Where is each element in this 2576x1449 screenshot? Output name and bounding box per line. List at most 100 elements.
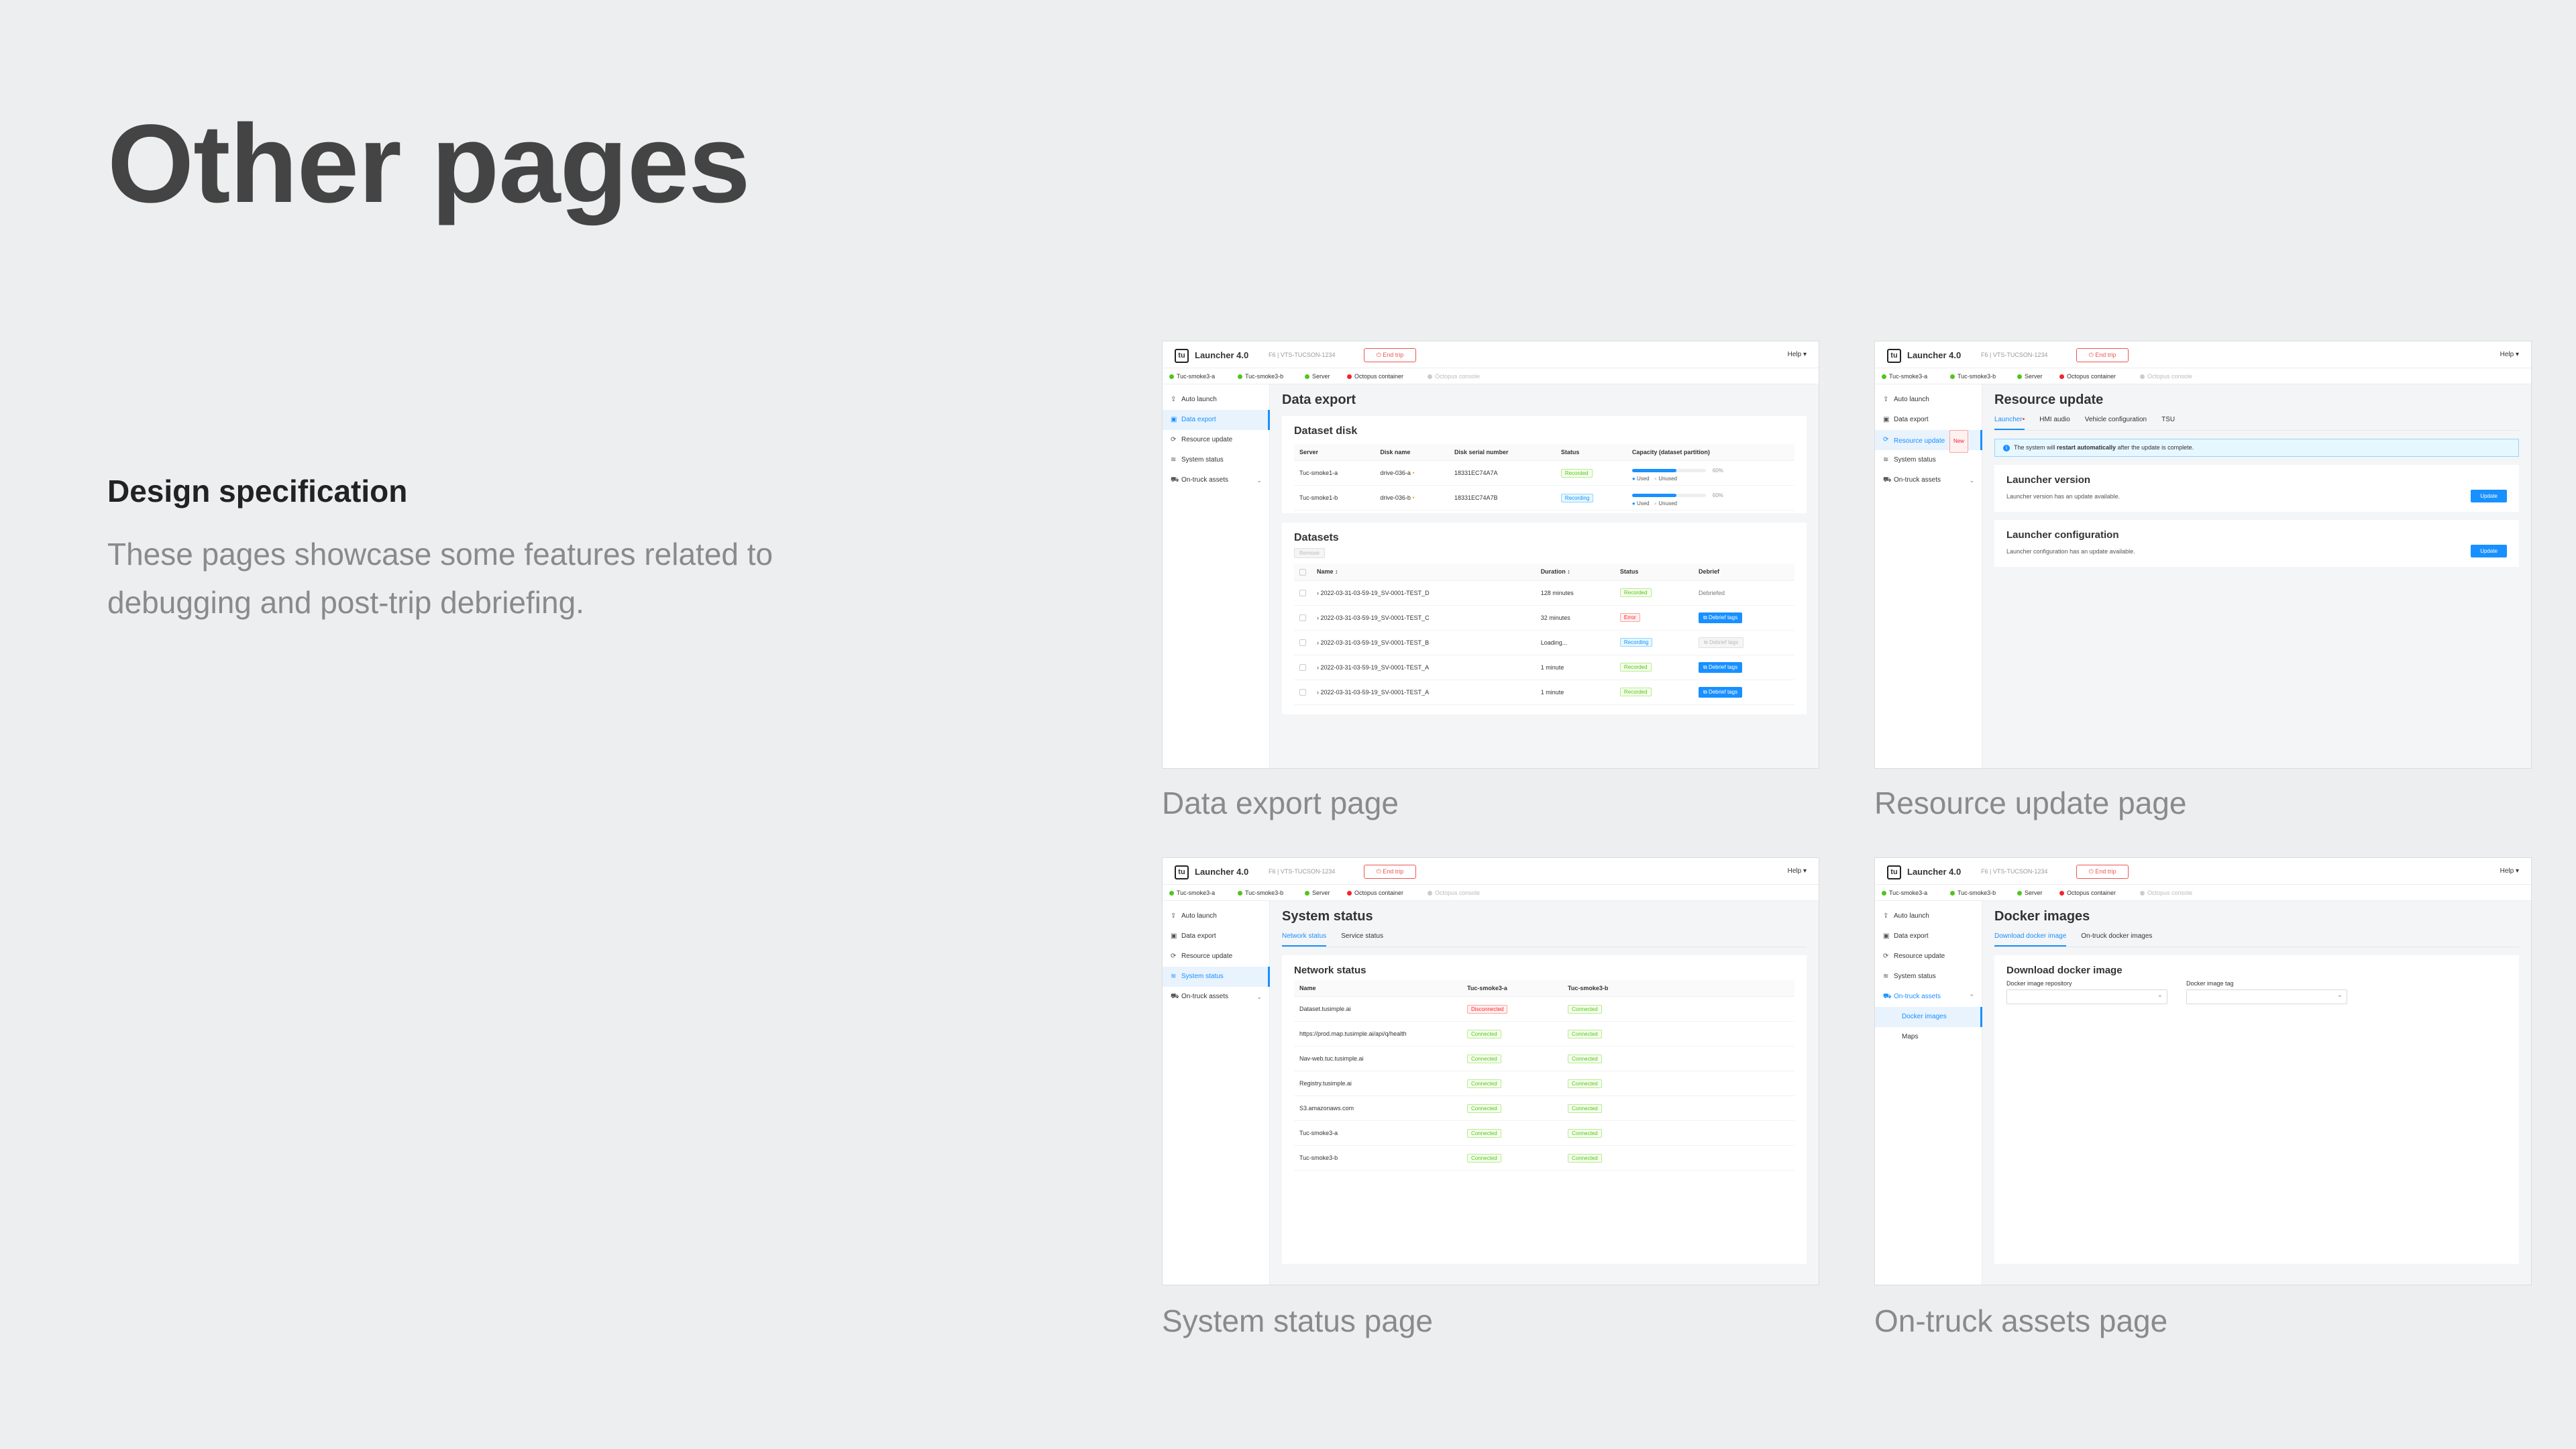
content-title: Resource update xyxy=(1994,392,2104,407)
end-trip-button[interactable]: ⏻ End trip xyxy=(1364,348,1416,362)
rocket-icon: ⇪ xyxy=(1883,912,1889,920)
nav-data-export[interactable]: ▣ Data export xyxy=(1163,926,1270,947)
field-label: Docker image repository xyxy=(2006,980,2072,987)
table-row: S3.amazonaws.com Connected Connected xyxy=(1294,1095,1794,1121)
rocket-icon: ⇪ xyxy=(1171,396,1177,403)
data-export-thumbnail[interactable]: tu Launcher 4.0 F6 | VTS-TUCSON-1234 ⏻ E… xyxy=(1162,341,1819,769)
tab-network-status[interactable]: Network status xyxy=(1282,932,1327,947)
status-item: Tuc-smoke3-a xyxy=(1169,373,1215,380)
table-row[interactable]: › 2022-03-31-03-59-19_SV-0001-TEST_B Loa… xyxy=(1294,630,1794,655)
table-row[interactable]: › 2022-03-31-03-59-19_SV-0001-TEST_D 128… xyxy=(1294,580,1794,606)
app-logo: tu xyxy=(1175,349,1189,363)
rocket-icon: ⇪ xyxy=(1171,912,1177,920)
nav-auto-launch[interactable]: ⇪ Auto launch xyxy=(1163,390,1270,410)
sort-icon[interactable]: ↕ xyxy=(1567,568,1570,575)
nav-on-truck-assets[interactable]: ⛟ On-truck assets ⌄ xyxy=(1163,470,1270,490)
nav-on-truck-assets[interactable]: ⛟ On-truck assets ⌄ xyxy=(1163,987,1270,1007)
nav-resource-update[interactable]: ⟳ Resource update xyxy=(1875,947,1982,967)
row-checkbox[interactable] xyxy=(1299,639,1306,646)
expand-icon[interactable]: › xyxy=(1317,614,1319,621)
nav-system-status[interactable]: ≋ System status xyxy=(1875,450,1982,470)
truck-icon: ⛟ xyxy=(1171,993,1179,1000)
table-row[interactable]: › 2022-03-31-03-59-19_SV-0001-TEST_A 1 m… xyxy=(1294,655,1794,680)
nav-resource-update[interactable]: ⟳ Resource update xyxy=(1163,947,1270,967)
nav-on-truck-assets[interactable]: ⛟ On-truck assets ⌃ xyxy=(1875,987,1982,1007)
docker-tag-select[interactable] xyxy=(2186,989,2347,1004)
nav-auto-launch[interactable]: ⇪ Auto launch xyxy=(1163,906,1270,926)
nav-on-truck-assets[interactable]: ⛟ On-truck assets ⌄ xyxy=(1875,470,1982,490)
end-trip-button[interactable]: ⏻ End trip xyxy=(2076,348,2129,362)
main-content: Docker images Download docker image On-t… xyxy=(1982,901,2531,1285)
help-menu[interactable]: Help ▾ xyxy=(2500,351,2519,358)
capacity-bar xyxy=(1631,494,1706,498)
help-menu[interactable]: Help ▾ xyxy=(1788,867,1807,875)
expand-icon[interactable]: › xyxy=(1317,639,1319,646)
nav-maps[interactable]: Maps xyxy=(1875,1027,1982,1047)
tab-on-truck-docker-images[interactable]: On-truck docker images xyxy=(2081,932,2152,947)
nav-docker-images[interactable]: Docker images xyxy=(1875,1007,1982,1027)
sort-icon[interactable]: ↕ xyxy=(1335,568,1338,575)
table-row[interactable]: › 2022-03-31-03-59-19_SV-0001-TEST_C 32 … xyxy=(1294,605,1794,631)
on-truck-assets-thumbnail[interactable]: tu Launcher 4.0 F6 | VTS-TUCSON-1234 ⏻ E… xyxy=(1874,857,2532,1285)
nav-resource-update[interactable]: ⟳ Resource update xyxy=(1163,430,1270,450)
update-button[interactable]: Update xyxy=(2471,490,2507,502)
nav-resource-update[interactable]: ⟳ Resource update New xyxy=(1875,430,1982,453)
select-all-checkbox[interactable] xyxy=(1299,568,1306,576)
tab-hmi-audio[interactable]: HMI audio xyxy=(2039,416,2070,430)
help-menu[interactable]: Help ▾ xyxy=(2500,867,2519,875)
tab-vehicle-configuration[interactable]: Vehicle configuration xyxy=(2085,416,2147,430)
status-dot-icon xyxy=(1305,374,1309,379)
nav-auto-launch[interactable]: ⇪ Auto launch xyxy=(1875,906,1982,926)
status-item: Server xyxy=(1305,373,1330,380)
status-dot-icon xyxy=(1347,891,1352,896)
end-trip-button[interactable]: ⏻ End trip xyxy=(1364,865,1416,879)
debrief-tags-button[interactable]: ⧉ Debrief tags xyxy=(1699,612,1743,623)
status-badge: Connected xyxy=(1568,1128,1602,1138)
resource-update-thumbnail[interactable]: tu Launcher 4.0 F6 | VTS-TUCSON-1234 ⏻ E… xyxy=(1874,341,2532,769)
app-name: Launcher 4.0 xyxy=(1195,867,1249,877)
expand-icon[interactable]: › xyxy=(1317,664,1319,671)
app-header: tu Launcher 4.0 F6 | VTS-TUCSON-1234 ⏻ E… xyxy=(1163,858,1819,885)
launcher-configuration-card: Launcher configuration Launcher configur… xyxy=(1994,520,2519,567)
debrief-tags-button[interactable]: ⧉ Debrief tags xyxy=(1699,637,1744,648)
nav-system-status[interactable]: ≋ System status xyxy=(1875,967,1982,987)
remove-button[interactable]: Remove xyxy=(1294,548,1325,558)
capacity-bar xyxy=(1631,469,1706,473)
tab-service-status[interactable]: Service status xyxy=(1341,932,1383,947)
nav-auto-launch[interactable]: ⇪ Auto launch xyxy=(1875,390,1982,410)
status-dot-icon xyxy=(1950,891,1955,896)
nav-data-export[interactable]: ▣ Data export xyxy=(1163,410,1270,430)
help-menu[interactable]: Help ▾ xyxy=(1788,351,1807,358)
tab-tsu[interactable]: TSU xyxy=(2161,416,2175,430)
nav-data-export[interactable]: ▣ Data export xyxy=(1875,926,1982,947)
row-checkbox[interactable] xyxy=(1299,614,1306,621)
status-item: Server xyxy=(2017,373,2043,380)
status-item: Tuc-smoke3-a xyxy=(1169,890,1215,896)
status-dot-icon xyxy=(1428,891,1432,896)
table-row[interactable]: › 2022-03-31-03-59-19_SV-0001-TEST_A 1 m… xyxy=(1294,680,1794,705)
row-checkbox[interactable] xyxy=(1299,688,1306,696)
status-item: Octopus container xyxy=(1347,373,1403,380)
nav-system-status[interactable]: ≋ System status xyxy=(1163,450,1270,470)
tab-download-docker-image[interactable]: Download docker image xyxy=(1994,932,2067,947)
nav-system-status[interactable]: ≋ System status xyxy=(1163,967,1270,987)
app-name: Launcher 4.0 xyxy=(1195,350,1249,360)
sidebar: ⇪ Auto launch ▣ Data export ⟳ Resource upda… xyxy=(1163,901,1270,1285)
row-checkbox[interactable] xyxy=(1299,663,1306,671)
expand-icon[interactable]: › xyxy=(1317,689,1319,696)
row-checkbox[interactable] xyxy=(1299,589,1306,596)
nav-data-export[interactable]: ▣ Data export xyxy=(1875,410,1982,430)
capacity-fill xyxy=(1631,494,1676,498)
docker-repository-select[interactable] xyxy=(2006,989,2167,1004)
table-row: Tuc-smoke1-b drive-036-b • 18331EC74A7B … xyxy=(1294,485,1794,511)
card-title: Datasets xyxy=(1294,532,1339,543)
system-status-thumbnail[interactable]: tu Launcher 4.0 F6 | VTS-TUCSON-1234 ⏻ E… xyxy=(1162,857,1819,1285)
debrief-tags-button[interactable]: ⧉ Debrief tags xyxy=(1699,661,1743,673)
status-bar: Tuc-smoke3-a Tuc-smoke3-b Server Octopus… xyxy=(1875,885,2531,901)
end-trip-button[interactable]: ⏻ End trip xyxy=(2076,865,2129,879)
expand-icon[interactable]: › xyxy=(1317,590,1319,596)
update-icon: ⟳ xyxy=(1883,953,1889,960)
update-button[interactable]: Update xyxy=(2471,545,2507,557)
tab-launcher[interactable]: Launcher• xyxy=(1994,416,2025,430)
debrief-tags-button[interactable]: ⧉ Debrief tags xyxy=(1699,686,1743,698)
